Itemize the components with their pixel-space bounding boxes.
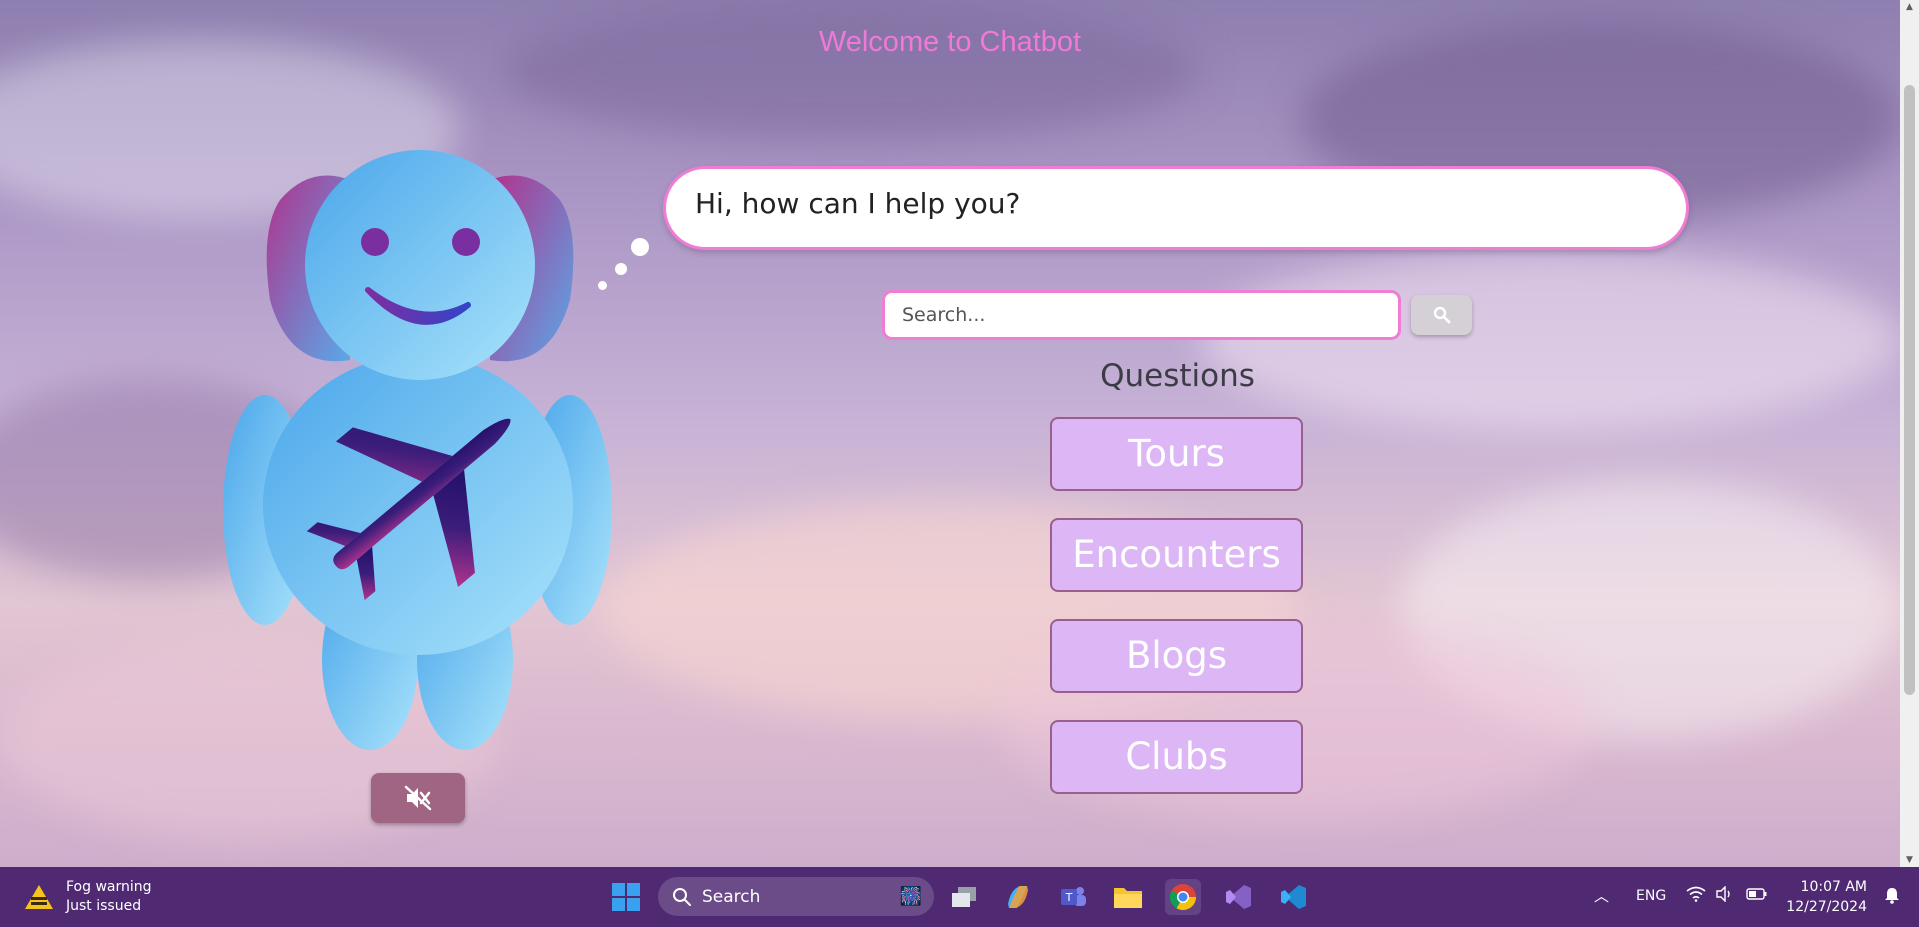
svg-text:T: T [1065, 891, 1073, 904]
system-clock[interactable]: 10:07 AM 12/27/2024 [1786, 877, 1867, 917]
file-explorer-icon[interactable] [1110, 879, 1146, 915]
weather-title: Fog warning [66, 879, 152, 895]
question-button-clubs[interactable]: Clubs [1050, 720, 1303, 794]
volume-icon[interactable] [1716, 885, 1734, 906]
question-button-blogs[interactable]: Blogs [1050, 619, 1303, 693]
weather-widget[interactable]: Fog warning Just issued [24, 878, 152, 916]
question-button-tours[interactable]: Tours [1050, 417, 1303, 491]
scrollbar-thumb[interactable] [1904, 85, 1915, 695]
robot-mascot-icon [223, 150, 612, 750]
notification-bell-icon[interactable] [1883, 886, 1901, 908]
search-button[interactable] [1411, 295, 1472, 335]
show-hidden-icons-chevron-up-icon[interactable]: ︿ [1594, 885, 1609, 906]
scroll-up-arrow-icon[interactable]: ▲ [1904, 2, 1915, 12]
search-icon [1433, 306, 1450, 324]
chat-response-bubble: Hi, how can I help you? [663, 166, 1689, 250]
warning-icon [25, 885, 53, 909]
taskbar-search[interactable]: Search 🎆 [658, 877, 934, 916]
clock-date: 12/27/2024 [1786, 899, 1867, 915]
search-icon [673, 887, 691, 906]
taskbar-search-label: Search [702, 886, 761, 907]
page-title: Welcome to Chatbot [818, 26, 1082, 58]
scroll-down-arrow-icon[interactable]: ▼ [1904, 855, 1915, 865]
teams-icon[interactable]: T [1055, 879, 1091, 915]
task-view-icon[interactable] [946, 879, 982, 915]
vscode-icon[interactable] [1275, 879, 1311, 915]
windows-logo-icon [612, 883, 640, 911]
search-input[interactable] [882, 290, 1401, 340]
battery-icon[interactable] [1746, 887, 1768, 905]
copilot-icon[interactable] [1000, 879, 1036, 915]
start-button[interactable] [608, 879, 644, 915]
thought-dot [615, 263, 627, 275]
wifi-icon[interactable] [1686, 886, 1706, 906]
clock-time: 10:07 AM [1800, 879, 1867, 895]
mute-speaker-icon [404, 785, 432, 811]
weather-subtitle: Just issued [66, 898, 142, 914]
thought-dot [631, 238, 649, 256]
windows-taskbar: Fog warning Just issued Search 🎆 T ︿ ENG… [0, 867, 1919, 927]
visual-studio-icon[interactable] [1220, 879, 1256, 915]
search-highlight-icon: 🎆 [899, 886, 922, 907]
language-indicator[interactable]: ENG [1636, 888, 1666, 904]
page-scrollbar[interactable]: ▲ ▼ [1900, 0, 1919, 867]
mute-button[interactable] [371, 773, 465, 823]
thought-dot [598, 281, 607, 290]
questions-heading: Questions [1100, 358, 1255, 394]
chrome-icon[interactable] [1165, 879, 1201, 915]
question-button-encounters[interactable]: Encounters [1050, 518, 1303, 592]
